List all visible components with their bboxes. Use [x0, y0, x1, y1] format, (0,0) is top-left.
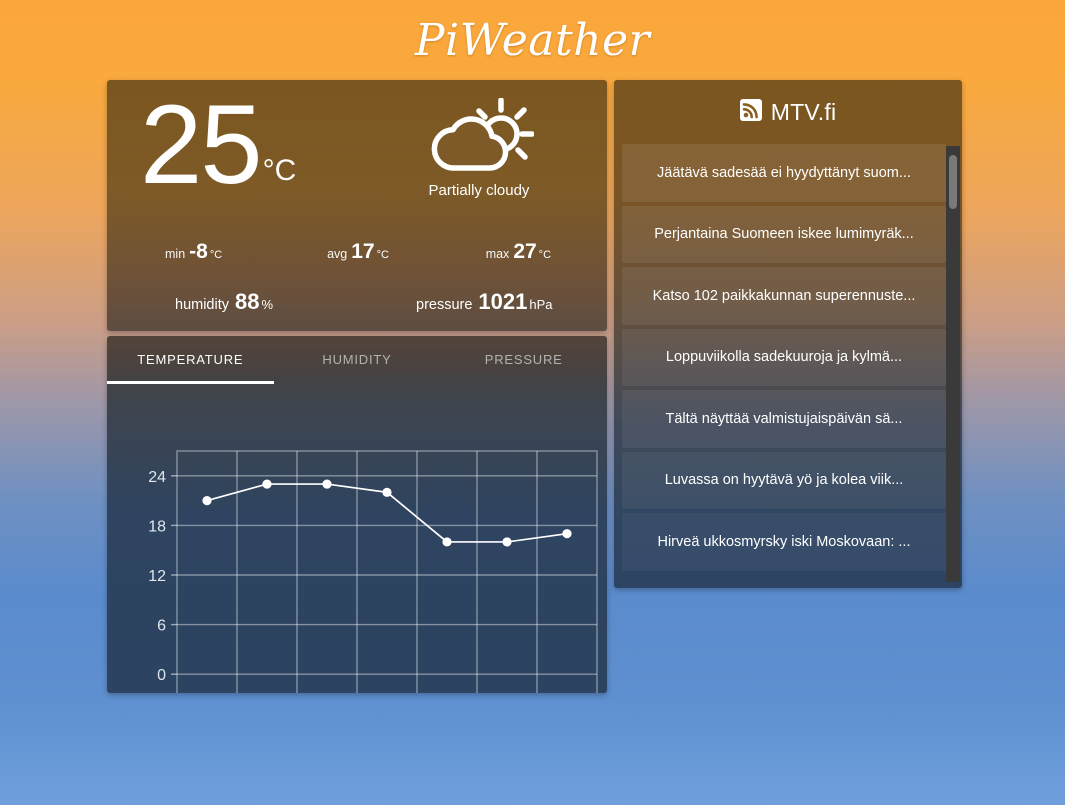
svg-text:12: 12: [148, 568, 166, 585]
temperature-line-chart: 0612182407:0008:0009:0010:0011:0012:0013…: [148, 450, 598, 693]
rss-feed-card: MTV.fi Jäätävä sadesää ei hyydyttänyt su…: [614, 80, 962, 588]
tab-humidity[interactable]: HUMIDITY: [274, 336, 441, 384]
chart-card: TEMPERATURE HUMIDITY PRESSURE 0612182407…: [107, 336, 607, 693]
stat-max-unit: °C: [538, 249, 552, 261]
chart-tabs: TEMPERATURE HUMIDITY PRESSURE: [107, 336, 607, 384]
rss-header: MTV.fi: [614, 80, 962, 144]
rss-item[interactable]: Katso 102 paikkakunnan superennuste...: [622, 267, 946, 325]
rss-scrollbar[interactable]: [946, 146, 960, 582]
rss-icon: [739, 98, 762, 126]
stat-avg-label: avg: [327, 247, 348, 261]
temperature-value: 25: [140, 82, 263, 207]
humidity-unit: %: [261, 297, 274, 312]
current-temperature: 25 °C: [140, 86, 296, 204]
pressure-label: pressure: [416, 297, 473, 313]
rss-scrollbar-thumb[interactable]: [949, 155, 957, 209]
stat-max-label: max: [485, 247, 510, 261]
pressure-value: 1021: [478, 289, 528, 314]
humidity-value: 88: [235, 289, 260, 314]
tab-temperature[interactable]: TEMPERATURE: [107, 336, 274, 384]
stat-avg: avg 17 °C: [294, 240, 423, 264]
svg-text:0: 0: [157, 667, 166, 684]
stat-min-label: min: [165, 247, 186, 261]
stat-min: min -8 °C: [135, 240, 294, 264]
environment-row: humidity 88% pressure 1021 hPa: [107, 289, 607, 315]
rss-item[interactable]: Hirveä ukkosmyrsky iski Moskovaan: ...: [622, 513, 946, 571]
stat-max: max 27 °C: [422, 240, 579, 264]
right-column: MTV.fi Jäätävä sadesää ei hyydyttänyt su…: [614, 80, 962, 588]
stat-min-value: -8: [189, 240, 208, 263]
left-column: 25 °C Partially cloudy min -8 °C avg 17 …: [107, 80, 607, 693]
condition-block: Partially cloudy: [399, 97, 559, 199]
sun-behind-cloud-icon: [399, 97, 559, 176]
rss-item[interactable]: Perjantaina Suomeen iskee lumimyräk...: [622, 205, 946, 263]
svg-text:24: 24: [148, 469, 166, 486]
rss-item[interactable]: Tältä näyttää valmistujaispäivän sä...: [622, 390, 946, 448]
humidity-stat: humidity 88%: [107, 289, 366, 315]
temperature-unit: °C: [262, 154, 297, 187]
rss-item[interactable]: Jäätävä sadesää ei hyydyttänyt suom...: [622, 144, 946, 202]
pressure-unit: hPa: [529, 297, 553, 312]
app-header: PiWeather: [0, 0, 1065, 80]
rss-item[interactable]: Loppuviikolla sadekuuroja ja kylmä...: [622, 328, 946, 386]
current-weather-card: 25 °C Partially cloudy min -8 °C avg 17 …: [107, 80, 607, 331]
svg-text:6: 6: [157, 618, 166, 635]
stat-min-unit: °C: [209, 249, 223, 261]
minmax-stats-row: min -8 °C avg 17 °C max 27 °C: [107, 240, 607, 264]
condition-label: Partially cloudy: [428, 182, 530, 199]
pressure-stat: pressure 1021 hPa: [366, 289, 607, 315]
app-title: PiWeather: [414, 14, 651, 66]
chart-plot-area: 0612182407:0008:0009:0010:0011:0012:0013…: [107, 384, 607, 693]
stat-avg-value: 17: [351, 240, 375, 263]
tab-pressure[interactable]: PRESSURE: [440, 336, 607, 384]
stat-avg-unit: °C: [376, 249, 389, 261]
rss-item[interactable]: Luvassa on hyytävä yö ja kolea viik...: [622, 451, 946, 509]
svg-text:18: 18: [148, 518, 166, 535]
stat-max-value: 27: [513, 240, 537, 263]
rss-item-list[interactable]: Jäätävä sadesää ei hyydyttänyt suom... Pe…: [622, 144, 946, 580]
rss-source-title: MTV.fi: [770, 98, 837, 125]
humidity-label: humidity: [175, 297, 229, 313]
